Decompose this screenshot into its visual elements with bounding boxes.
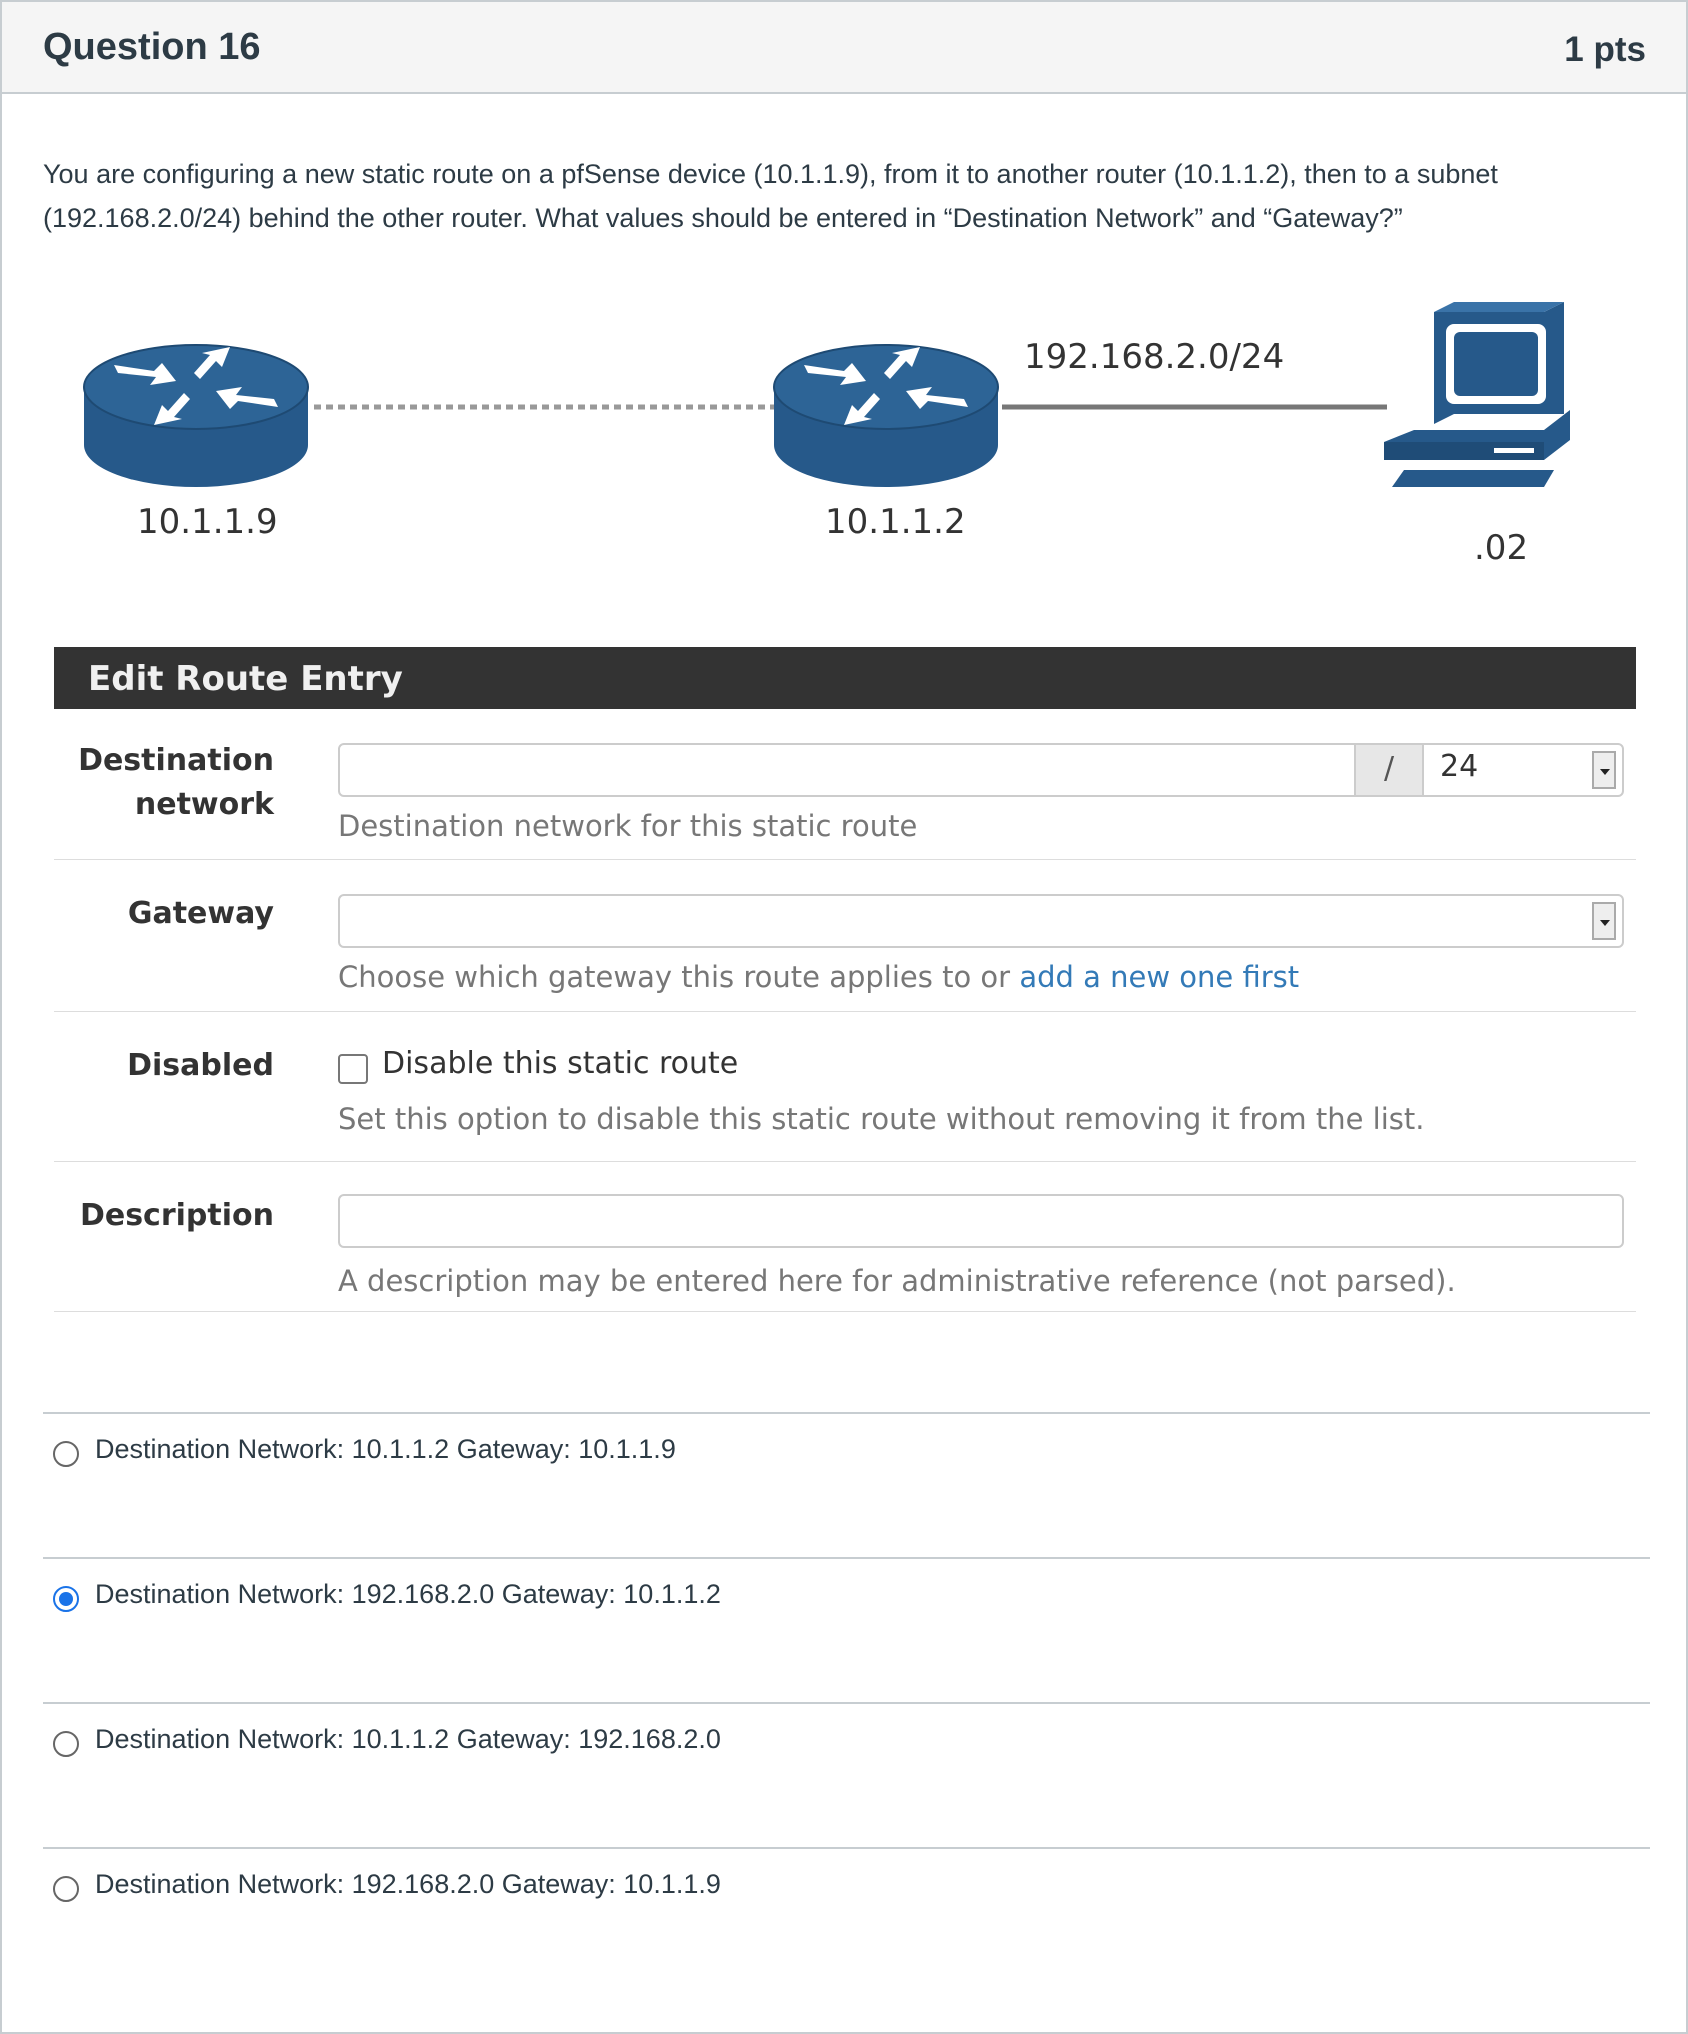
question-card: Question 16 1 pts You are configuring a … xyxy=(0,0,1688,2034)
network-diagram-graphic xyxy=(83,302,1570,494)
disabled-label: Disabled xyxy=(127,1048,274,1083)
add-gateway-link[interactable]: add a new one first xyxy=(1019,960,1299,994)
destination-label-line1: Destination xyxy=(78,743,274,778)
disable-route-checkbox[interactable] xyxy=(338,1054,368,1084)
disabled-row: Disabled Disable this static route Set t… xyxy=(54,1012,1636,1162)
description-input[interactable] xyxy=(338,1194,1624,1248)
gateway-row: Gateway Choose which gateway this route … xyxy=(54,860,1636,1012)
cidr-mask-select[interactable]: 24 xyxy=(1424,745,1622,795)
answer-option-3[interactable]: Destination Network: 10.1.1.2 Gateway: 1… xyxy=(43,1702,1650,1847)
description-label: Description xyxy=(79,1198,274,1233)
disable-route-checkbox-label[interactable]: Disable this static route xyxy=(382,1046,738,1081)
cidr-slash: / xyxy=(1354,745,1424,795)
answer-text-2[interactable]: Destination Network: 192.168.2.0 Gateway… xyxy=(95,1579,721,1610)
gateway-select[interactable] xyxy=(338,894,1624,948)
question-text: You are configuring a new static route o… xyxy=(43,159,1498,233)
cidr-mask-value: 24 xyxy=(1440,749,1479,784)
answer-option-2[interactable]: Destination Network: 192.168.2.0 Gateway… xyxy=(43,1557,1650,1702)
question-points: 1 pts xyxy=(1564,30,1646,69)
destination-network-label: Destination network xyxy=(78,739,274,827)
router-2-label: 10.1.1.2 xyxy=(825,502,966,542)
edit-route-panel: Edit Route Entry Destination network / 2… xyxy=(54,647,1636,1312)
router-1-label: 10.1.1.9 xyxy=(137,502,278,542)
destination-network-help: Destination network for this static rout… xyxy=(338,809,918,843)
gateway-help: Choose which gateway this route applies … xyxy=(338,960,1299,994)
answer-text-3[interactable]: Destination Network: 10.1.1.2 Gateway: 1… xyxy=(95,1724,721,1755)
answer-radio-4[interactable] xyxy=(53,1876,79,1902)
chevron-down-icon xyxy=(1592,751,1616,789)
network-diagram: 10.1.1.9 10.1.1.2 192.168.2.0/24 .02 xyxy=(62,292,1622,592)
answer-radio-3[interactable] xyxy=(53,1731,79,1757)
computer-icon xyxy=(1384,302,1570,494)
answer-radio-2[interactable] xyxy=(53,1586,79,1612)
answer-radio-1[interactable] xyxy=(53,1441,79,1467)
answer-option-1[interactable]: Destination Network: 10.1.1.2 Gateway: 1… xyxy=(43,1412,1650,1557)
router-2-icon xyxy=(773,344,999,487)
router-1-icon xyxy=(83,344,309,487)
gateway-help-text: Choose which gateway this route applies … xyxy=(338,960,1020,994)
disabled-help: Set this option to disable this static r… xyxy=(338,1102,1425,1136)
panel-title: Edit Route Entry xyxy=(54,647,1636,709)
destination-network-field: / 24 xyxy=(338,743,1624,797)
description-row: Description A description may be entered… xyxy=(54,1162,1636,1312)
question-header: Question 16 1 pts xyxy=(2,2,1686,94)
destination-network-input[interactable] xyxy=(340,745,1350,795)
question-title: Question 16 xyxy=(43,26,261,68)
subnet-label: 192.168.2.0/24 xyxy=(1024,337,1285,377)
destination-network-row: Destination network / 24 Destination net… xyxy=(54,709,1636,860)
gateway-label: Gateway xyxy=(127,896,274,931)
destination-label-line2: network xyxy=(134,787,274,822)
host-label: .02 xyxy=(1474,528,1529,568)
answer-text-4[interactable]: Destination Network: 192.168.2.0 Gateway… xyxy=(95,1869,721,1900)
chevron-down-icon xyxy=(1592,902,1616,940)
answer-text-1[interactable]: Destination Network: 10.1.1.2 Gateway: 1… xyxy=(95,1434,676,1465)
description-help: A description may be entered here for ad… xyxy=(338,1264,1456,1298)
answer-option-4[interactable]: Destination Network: 192.168.2.0 Gateway… xyxy=(43,1847,1650,1992)
